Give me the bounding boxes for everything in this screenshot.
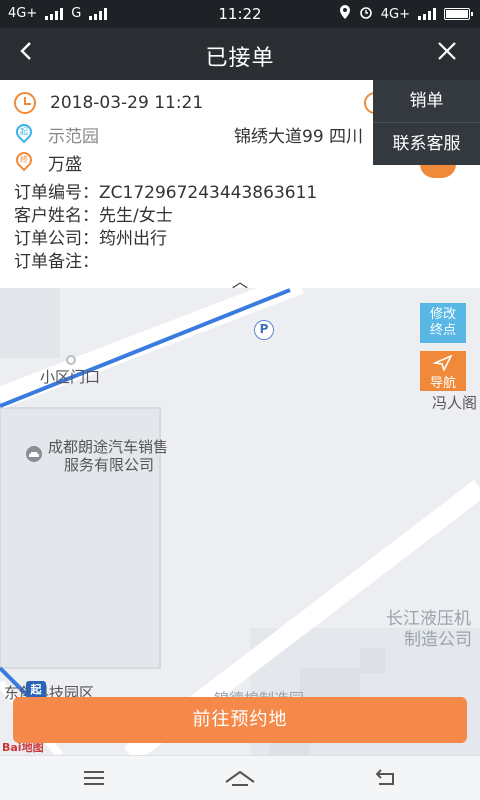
- status-bar: 4G+ G 11:22 4G+: [0, 0, 480, 28]
- close-icon: [438, 42, 456, 60]
- app-header: 已接单: [0, 28, 480, 80]
- navigate-label: 导航: [429, 376, 456, 391]
- modify-destination-label-2: 终点: [429, 323, 456, 338]
- order-note-row: 订单备注：: [14, 247, 99, 272]
- start-place: 示范园: [48, 127, 99, 147]
- menu-item-cancel-order[interactable]: 销单: [373, 80, 480, 122]
- poi-dot-icon: [66, 355, 76, 365]
- modify-destination-label-1: 修改: [429, 307, 456, 322]
- map-label-feng: 冯人阁: [432, 394, 478, 412]
- network-type-right: 4G+: [380, 6, 410, 22]
- system-nav-bar: [0, 755, 480, 800]
- customer-name-row: 客户姓名：先生/女士: [14, 201, 173, 226]
- order-company-row: 订单公司：筠州出行: [14, 224, 167, 249]
- start-pin-icon: 起: [12, 120, 36, 146]
- order-note-label: 订单备注：: [14, 252, 99, 272]
- end-pin-icon: 终: [12, 148, 36, 174]
- map-label-gate: 小区门口: [40, 368, 101, 386]
- close-button[interactable]: [432, 38, 462, 68]
- battery-icon: [444, 8, 473, 20]
- customer-name-label: 客户姓名：: [14, 206, 99, 226]
- end-place: 万盛: [48, 155, 82, 175]
- menu-item-contact-support[interactable]: 联系客服: [373, 122, 480, 164]
- status-right: 4G+: [339, 5, 473, 23]
- go-to-pickup-button[interactable]: 前往预约地: [13, 697, 467, 743]
- customer-name-value: 先生/女士: [99, 206, 173, 226]
- parking-icon: P: [254, 320, 274, 340]
- back-nav-icon[interactable]: [366, 764, 406, 792]
- menu-icon[interactable]: [74, 764, 114, 792]
- alarm-icon: [359, 5, 373, 23]
- collapse-card-button[interactable]: ︿: [226, 274, 254, 290]
- map-label-dealer-2: 服务有限公司: [64, 456, 155, 474]
- order-number-value: ZC172967243443863611: [99, 183, 318, 203]
- clock-icon: [14, 92, 36, 114]
- navigate-arrow-icon: [432, 354, 453, 373]
- location-icon: [339, 5, 351, 23]
- car-dealer-icon: [26, 446, 42, 462]
- navigate-button[interactable]: 导航: [420, 351, 466, 391]
- order-company-label: 订单公司：: [14, 229, 99, 249]
- order-company-value: 筠州出行: [99, 229, 167, 249]
- map-label-hydraulic-2: 制造公司: [404, 630, 472, 650]
- home-icon[interactable]: [220, 764, 260, 792]
- start-address: 锦绣大道99 四川: [234, 127, 364, 147]
- order-number-row: 订单编号：ZC172967243443863611: [14, 178, 317, 203]
- order-number-label: 订单编号：: [14, 183, 99, 203]
- signal-icon-right: [418, 8, 436, 20]
- more-menu: 销单 联系客服: [373, 80, 480, 165]
- page-title: 已接单: [205, 46, 275, 71]
- modify-destination-button[interactable]: 修改 终点: [420, 303, 466, 343]
- order-datetime: 2018-03-29 11:21: [50, 93, 204, 113]
